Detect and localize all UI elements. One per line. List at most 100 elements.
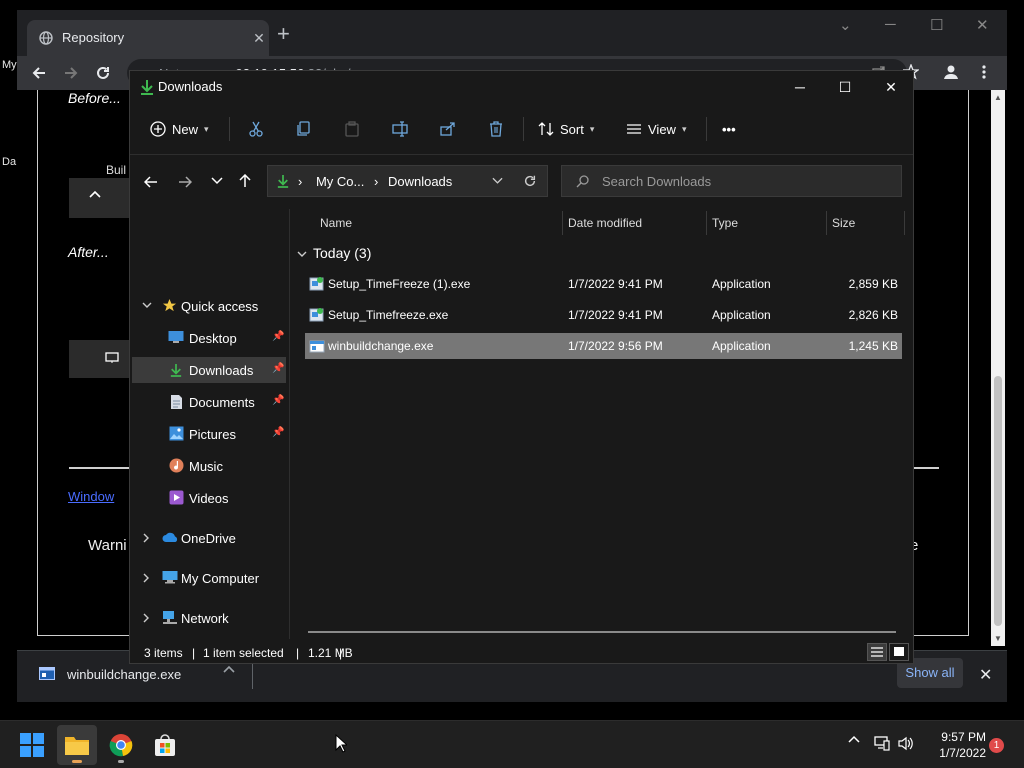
command-separator bbox=[706, 117, 707, 141]
delete-icon[interactable] bbox=[488, 117, 504, 141]
nav-item-videos[interactable]: Videos bbox=[132, 485, 286, 511]
clock[interactable]: 9:57 PM 1/7/2022 bbox=[926, 729, 986, 761]
cut-icon[interactable] bbox=[248, 117, 264, 141]
profile-icon[interactable] bbox=[943, 64, 959, 80]
browser-tab[interactable]: Repository ✕ bbox=[27, 20, 269, 56]
search-placeholder: Search Downloads bbox=[602, 174, 712, 189]
chevron-right-icon[interactable] bbox=[142, 613, 150, 623]
back-icon[interactable] bbox=[31, 65, 47, 81]
refresh-icon[interactable] bbox=[523, 174, 537, 188]
file-row-selected[interactable]: winbuildchange.exe 1/7/2022 9:56 PM Appl… bbox=[305, 333, 902, 359]
chevron-down-icon[interactable] bbox=[492, 177, 503, 185]
column-header-date[interactable]: Date modified bbox=[568, 213, 642, 239]
rename-icon[interactable] bbox=[392, 117, 408, 141]
page-scrollbar[interactable]: ▲ ▼ bbox=[991, 90, 1005, 646]
breadcrumb-downloads[interactable]: Downloads bbox=[388, 174, 452, 189]
group-header[interactable]: Today (3) bbox=[297, 245, 371, 261]
new-tab-button[interactable]: + bbox=[277, 23, 290, 45]
minimize-button[interactable]: ─ bbox=[777, 75, 823, 99]
nav-item-desktop[interactable]: Desktop 📌 bbox=[132, 325, 286, 351]
selection-size: 1.21 MB bbox=[308, 646, 353, 660]
column-separator[interactable] bbox=[562, 211, 563, 235]
file-list: Name Date modified Type Size Today (3) S… bbox=[291, 209, 913, 641]
nav-item-label: Videos bbox=[189, 491, 229, 506]
scrollbar-thumb[interactable] bbox=[994, 376, 1002, 626]
maximize-button[interactable]: ☐ bbox=[930, 16, 943, 34]
back-icon[interactable] bbox=[144, 175, 158, 189]
file-size: 2,826 KB bbox=[848, 308, 898, 322]
minimize-button[interactable]: ─ bbox=[885, 16, 896, 33]
column-separator[interactable] bbox=[826, 211, 827, 235]
file-size: 2,859 KB bbox=[848, 277, 898, 291]
notification-badge[interactable]: 1 bbox=[989, 738, 1004, 753]
file-row[interactable]: Setup_Timefreeze.exe 1/7/2022 9:41 PM Ap… bbox=[305, 302, 902, 328]
tab-close-icon[interactable]: ✕ bbox=[251, 30, 267, 47]
column-header-size[interactable]: Size bbox=[832, 213, 855, 239]
windows-link[interactable]: Window bbox=[68, 489, 114, 504]
nav-item-my-computer[interactable]: My Computer bbox=[132, 565, 286, 591]
chevron-down-icon[interactable] bbox=[142, 301, 152, 309]
new-button[interactable]: New ▾ bbox=[150, 117, 209, 141]
close-button[interactable]: ✕ bbox=[976, 16, 989, 34]
file-row[interactable]: Setup_TimeFreeze (1).exe 1/7/2022 9:41 P… bbox=[305, 271, 902, 297]
breadcrumb-my-computer[interactable]: My Co... bbox=[316, 174, 364, 189]
running-indicator bbox=[118, 760, 124, 763]
pane-divider[interactable] bbox=[289, 209, 290, 639]
nav-item-documents[interactable]: Documents 📌 bbox=[132, 389, 286, 415]
chevron-right-icon[interactable] bbox=[142, 533, 150, 543]
volume-icon[interactable] bbox=[898, 736, 914, 751]
group-label: Today (3) bbox=[313, 245, 372, 261]
store-icon bbox=[153, 733, 177, 757]
nav-item-music[interactable]: Music bbox=[132, 453, 286, 479]
search-icon bbox=[576, 175, 589, 188]
download-icon bbox=[277, 173, 289, 189]
file-explorer-taskbar-button[interactable] bbox=[57, 725, 97, 765]
maximize-button[interactable]: ☐ bbox=[822, 75, 868, 99]
start-button[interactable] bbox=[12, 725, 52, 765]
pin-icon: 📌 bbox=[272, 395, 285, 406]
view-button[interactable]: View ▾ bbox=[626, 117, 686, 141]
scroll-up-icon[interactable]: ▲ bbox=[994, 93, 1002, 102]
up-arrow-icon[interactable] bbox=[238, 174, 252, 188]
network-status-icon[interactable] bbox=[874, 736, 890, 751]
address-bar[interactable]: › My Co... › Downloads bbox=[267, 165, 548, 197]
column-separator[interactable] bbox=[706, 211, 707, 235]
chevron-up-icon[interactable] bbox=[223, 665, 235, 673]
forward-icon[interactable] bbox=[178, 175, 192, 189]
recent-locations-icon[interactable] bbox=[211, 177, 223, 185]
close-shelf-icon[interactable]: ✕ bbox=[979, 665, 992, 685]
nav-item-pictures[interactable]: Pictures 📌 bbox=[132, 421, 286, 447]
item-count: 3 items bbox=[144, 646, 183, 660]
nav-item-onedrive[interactable]: OneDrive bbox=[132, 525, 286, 551]
column-header-name[interactable]: Name bbox=[320, 213, 352, 239]
horizontal-scrollbar[interactable] bbox=[308, 631, 896, 633]
tiles-view-button[interactable] bbox=[889, 643, 909, 661]
more-options-icon[interactable]: ••• bbox=[722, 117, 736, 141]
menu-dots-icon[interactable] bbox=[981, 64, 987, 80]
share-icon[interactable] bbox=[440, 117, 456, 141]
tab-title: Repository bbox=[62, 30, 125, 45]
scroll-down-icon[interactable]: ▼ bbox=[994, 634, 1002, 643]
paste-icon[interactable] bbox=[344, 117, 360, 141]
reload-icon[interactable] bbox=[95, 65, 111, 81]
store-taskbar-button[interactable] bbox=[145, 725, 185, 765]
forward-icon[interactable] bbox=[63, 65, 79, 81]
chevron-right-icon[interactable] bbox=[142, 573, 150, 583]
column-separator[interactable] bbox=[904, 211, 905, 235]
pin-icon: 📌 bbox=[272, 363, 285, 374]
view-label: View bbox=[648, 121, 676, 137]
cloud-icon bbox=[162, 532, 179, 543]
tab-search-button[interactable]: ⌄ bbox=[839, 16, 852, 34]
chrome-taskbar-button[interactable] bbox=[101, 725, 141, 765]
search-field[interactable]: Search Downloads bbox=[561, 165, 902, 197]
close-button[interactable]: ✕ bbox=[868, 75, 914, 99]
nav-item-quick-access[interactable]: Quick access bbox=[132, 293, 286, 319]
nav-item-network[interactable]: Network bbox=[132, 605, 286, 631]
details-view-button[interactable] bbox=[867, 643, 887, 661]
nav-item-downloads[interactable]: Downloads 📌 bbox=[132, 357, 286, 383]
command-separator bbox=[523, 117, 524, 141]
sort-button[interactable]: Sort ▾ bbox=[538, 117, 594, 141]
tray-chevron-icon[interactable] bbox=[848, 735, 860, 743]
copy-icon[interactable] bbox=[296, 117, 312, 141]
column-header-type[interactable]: Type bbox=[712, 213, 738, 239]
